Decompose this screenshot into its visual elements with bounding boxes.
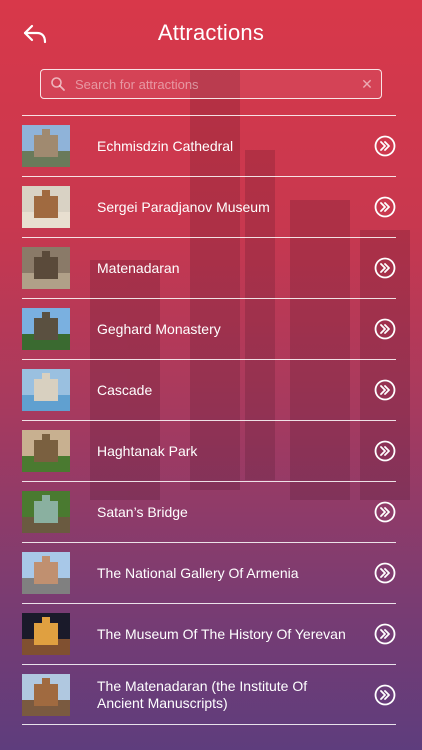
clear-icon[interactable]: ✕: [353, 70, 381, 98]
chevron-double-right-icon[interactable]: [374, 684, 396, 706]
list-item[interactable]: Sergei Paradjanov Museum: [22, 176, 396, 237]
list-item[interactable]: The Museum Of The History Of Yerevan: [22, 603, 396, 664]
attraction-thumbnail: [22, 186, 70, 228]
attraction-thumbnail: [22, 673, 70, 716]
list-item[interactable]: The Matenadaran (the Institute Of Ancien…: [22, 664, 396, 725]
list-item[interactable]: Geghard Monastery: [22, 298, 396, 359]
chevron-double-right-icon[interactable]: [374, 562, 396, 584]
attraction-thumbnail: [22, 308, 70, 350]
chevron-double-right-icon[interactable]: [374, 379, 396, 401]
list-item[interactable]: Matenadaran: [22, 237, 396, 298]
chevron-double-right-icon[interactable]: [374, 440, 396, 462]
attraction-label: Geghard Monastery: [97, 320, 221, 337]
attraction-thumbnail: [22, 369, 70, 411]
chevron-double-right-icon[interactable]: [374, 501, 396, 523]
attraction-label: The National Gallery Of Armenia: [97, 564, 299, 581]
attraction-thumbnail: [22, 613, 70, 655]
attraction-thumbnail: [22, 552, 70, 594]
attraction-label: Sergei Paradjanov Museum: [97, 198, 270, 215]
attraction-label: Haghtanak Park: [97, 442, 198, 459]
attraction-thumbnail: [22, 247, 70, 289]
attraction-label: Matenadaran: [97, 259, 180, 276]
list-item[interactable]: The National Gallery Of Armenia: [22, 542, 396, 603]
attraction-label: Cascade: [97, 381, 153, 398]
list-item[interactable]: Satan’s Bridge: [22, 481, 396, 542]
attraction-thumbnail: [22, 125, 70, 167]
attraction-label: The Museum Of The History Of Yerevan: [97, 625, 346, 642]
chevron-double-right-icon[interactable]: [374, 257, 396, 279]
chevron-double-right-icon[interactable]: [374, 318, 396, 340]
chevron-double-right-icon[interactable]: [374, 196, 396, 218]
search-input[interactable]: [73, 76, 353, 92]
attractions-list: Echmisdzin Cathedral Sergei Paradjanov Mu…: [22, 115, 396, 725]
attraction-label: Satan’s Bridge: [97, 503, 188, 520]
header-bar: Attractions: [0, 0, 422, 66]
list-item[interactable]: Echmisdzin Cathedral: [22, 115, 396, 176]
chevron-double-right-icon[interactable]: [374, 135, 396, 157]
list-item[interactable]: Haghtanak Park: [22, 420, 396, 481]
attraction-thumbnail: [22, 491, 70, 533]
attraction-label: Echmisdzin Cathedral: [97, 137, 234, 154]
search-icon: [43, 70, 73, 98]
search-bar[interactable]: ✕: [40, 69, 382, 99]
list-item[interactable]: Cascade: [22, 359, 396, 420]
chevron-double-right-icon[interactable]: [374, 623, 396, 645]
page-title: Attractions: [157, 20, 265, 45]
attraction-label: The Matenadaran (the Institute Of Ancien…: [97, 677, 308, 711]
attraction-thumbnail: [22, 430, 70, 472]
